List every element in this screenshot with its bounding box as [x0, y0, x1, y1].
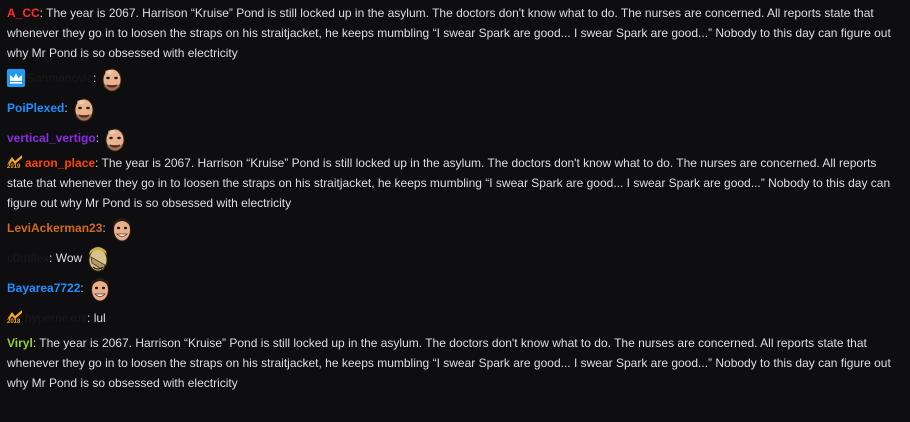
- chat-message: 2019 aaron_place: The year is 2067. Harr…: [7, 153, 904, 213]
- 2018-badge-icon[interactable]: 2018: [7, 309, 23, 327]
- chat-message: Sanmanovic:: [7, 63, 904, 93]
- username[interactable]: Sanmanovic: [27, 71, 93, 85]
- message-text: The year is 2067. Harrison “Kruise” Pond…: [7, 156, 891, 210]
- message-text: The year is 2067. Harrison “Kruise” Pond…: [7, 336, 891, 390]
- username[interactable]: vertical_vertigo: [7, 131, 96, 145]
- badge-year: 2019: [7, 163, 21, 170]
- username[interactable]: A_CC: [7, 6, 40, 20]
- colon: :: [93, 71, 97, 85]
- colon: :: [95, 131, 100, 145]
- chat-message: LeviAckerman23:: [7, 213, 904, 243]
- badge-year: 2018: [7, 318, 21, 325]
- 2019-badge-icon[interactable]: 2019: [7, 154, 23, 172]
- colon: :: [49, 251, 56, 265]
- chat-message: A_CC: The year is 2067. Harrison “Kruise…: [7, 3, 904, 63]
- crown-badge-icon[interactable]: [7, 69, 25, 87]
- username[interactable]: PoiPlexed: [7, 101, 64, 115]
- bald-man-emote-icon[interactable]: [70, 95, 98, 123]
- smiling-man-emote-icon[interactable]: [86, 275, 114, 303]
- colon: :: [102, 221, 106, 235]
- chat-message: Bayarea7722:: [7, 273, 904, 303]
- facepalm-emote-icon[interactable]: [84, 245, 112, 273]
- message-text: Wow: [55, 251, 83, 265]
- colon: :: [64, 101, 68, 115]
- chat-log: A_CC: The year is 2067. Harrison “Kruise…: [0, 0, 910, 393]
- bald-man-emote-icon[interactable]: [98, 65, 126, 93]
- username[interactable]: aaron_place: [25, 156, 95, 170]
- message-text: lul: [93, 311, 106, 325]
- username[interactable]: Viryl: [7, 336, 33, 350]
- username[interactable]: LeviAckerman23: [7, 221, 102, 235]
- chat-message: 2018 hypernexus: lul: [7, 303, 904, 333]
- username[interactable]: Bayarea7722: [7, 281, 80, 295]
- username[interactable]: hypernexus: [25, 311, 87, 325]
- message-text: The year is 2067. Harrison “Kruise” Pond…: [7, 6, 891, 60]
- smiling-man-emote-icon[interactable]: [108, 215, 136, 243]
- chat-message: PoiPlexed:: [7, 93, 904, 123]
- colon: :: [87, 311, 94, 325]
- chat-message: vertical_vertigo:: [7, 123, 904, 153]
- username[interactable]: c0rnflex: [7, 251, 49, 265]
- chat-message: Viryl: The year is 2067. Harrison “Kruis…: [7, 333, 904, 393]
- chat-message: c0rnflex: Wow: [7, 243, 904, 273]
- bald-man-emote-icon[interactable]: [101, 125, 129, 153]
- colon: :: [80, 281, 84, 295]
